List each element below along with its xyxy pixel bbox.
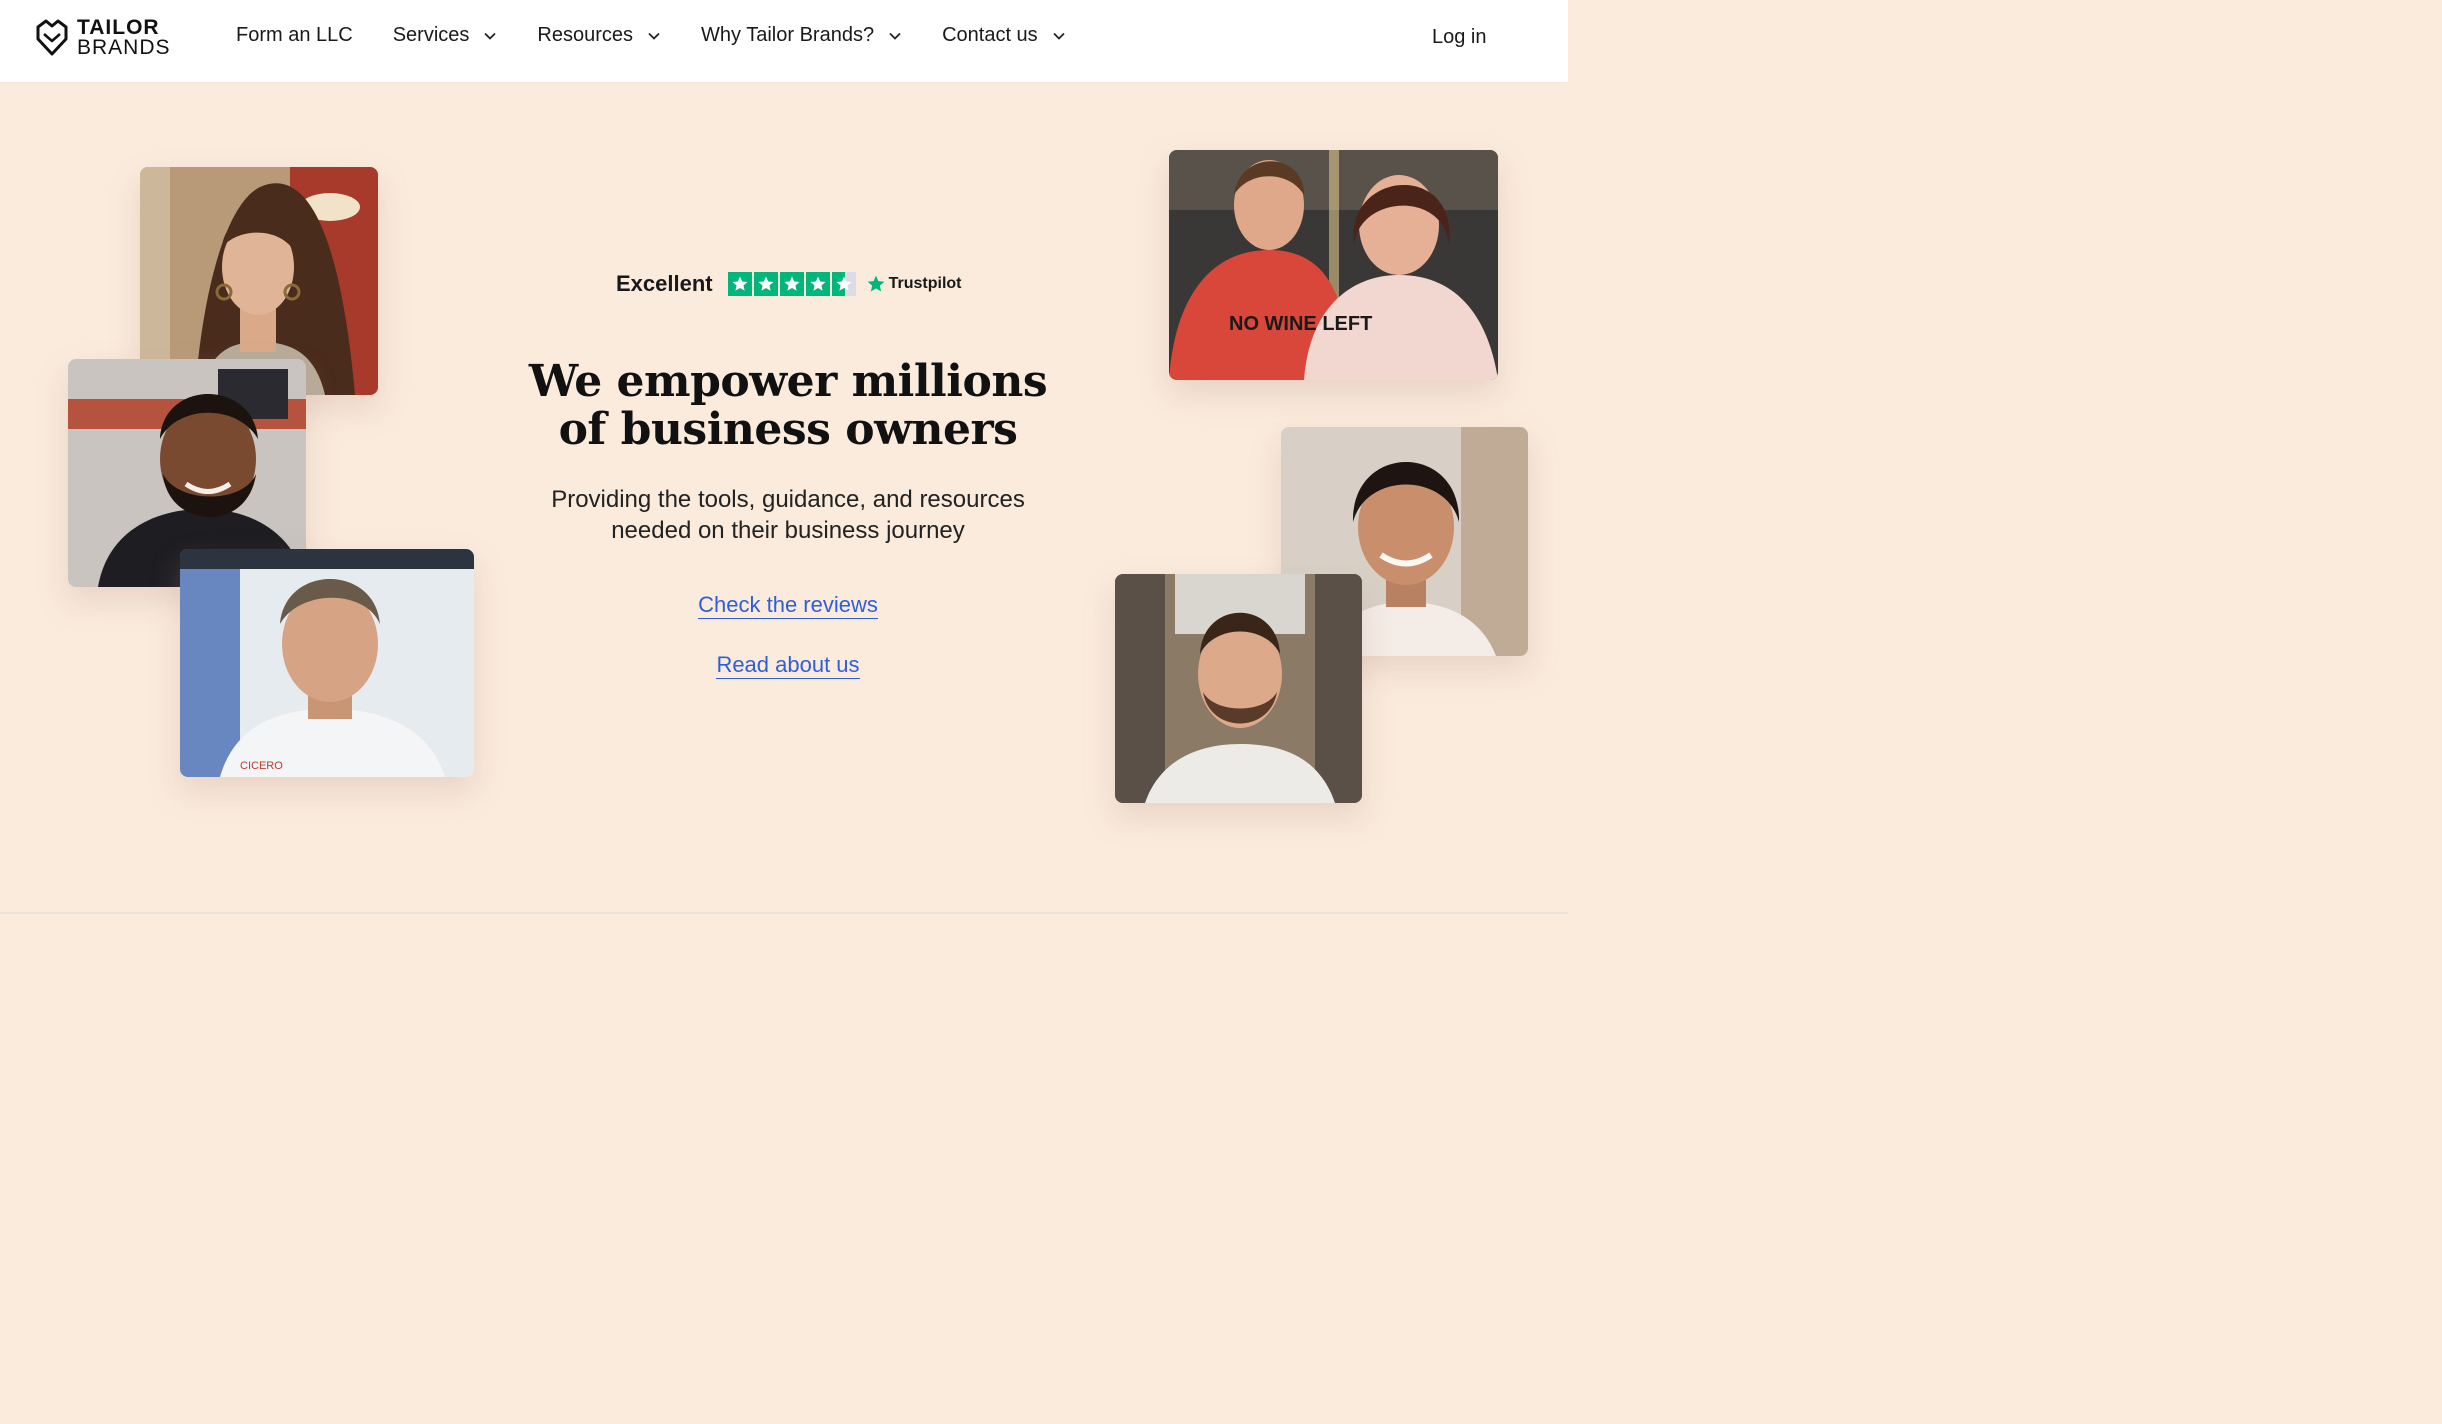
nav-label: Services bbox=[392, 24, 470, 46]
shirt-brand-text: CICERO bbox=[240, 760, 283, 772]
trustpilot-brand-text: Trustpilot bbox=[888, 275, 962, 292]
headline-line-1: We empower millions bbox=[528, 356, 1048, 407]
nav-label: Form an LLC bbox=[236, 24, 353, 46]
shirt-text: NO WINE LEFT bbox=[1229, 313, 1372, 335]
chevron-down-icon bbox=[484, 32, 497, 40]
logo-line-2: BRANDS bbox=[77, 36, 171, 59]
rating-label: Excellent bbox=[616, 271, 713, 296]
nav-item-contact-us[interactable]: Contact us bbox=[942, 24, 1066, 47]
nav-label: Resources bbox=[537, 24, 634, 46]
testimonial-photo-man-warehouse bbox=[1115, 574, 1362, 803]
trustpilot-rating[interactable]: Excellent Trustpilot bbox=[616, 271, 962, 297]
headline-line-2: of business owners bbox=[558, 404, 1018, 455]
testimonial-photo-man-white-shirt: CICERO bbox=[180, 549, 474, 777]
check-reviews-link[interactable]: Check the reviews bbox=[698, 592, 878, 619]
nav-label: Contact us bbox=[942, 24, 1038, 46]
star-icon bbox=[727, 272, 752, 296]
nav-item-why-tailor-brands[interactable]: Why Tailor Brands? bbox=[701, 24, 902, 47]
star-icon bbox=[779, 272, 804, 296]
chevron-down-icon bbox=[648, 32, 660, 40]
tailor-brands-logo[interactable]: TAILOR BRANDS bbox=[33, 17, 171, 59]
login-link[interactable]: Log in bbox=[1432, 26, 1487, 49]
logo-wordmark: TAILOR BRANDS bbox=[77, 16, 171, 59]
chevron-down-icon bbox=[889, 32, 901, 40]
star-icon bbox=[753, 272, 778, 296]
section-divider bbox=[0, 912, 1568, 914]
read-about-us-link[interactable]: Read about us bbox=[716, 652, 860, 679]
hero-subtitle: Providing the tools, guidance, and resou… bbox=[520, 484, 1056, 546]
trustpilot-stars bbox=[727, 272, 856, 296]
hero-headline: We empower millions of business owners bbox=[520, 358, 1056, 454]
nav-label: Why Tailor Brands? bbox=[701, 24, 875, 46]
nav-item-form-llc[interactable]: Form an LLC bbox=[236, 24, 353, 47]
logo-icon bbox=[36, 19, 68, 56]
check-reviews-link-wrap: Check the reviews bbox=[520, 592, 1056, 619]
trustpilot-logo: Trustpilot bbox=[866, 274, 962, 294]
star-icon bbox=[805, 272, 830, 296]
testimonial-photo-two-women: NO WINE LEFT bbox=[1169, 150, 1498, 380]
trustpilot-star-icon bbox=[867, 275, 884, 292]
top-navigation-bar: TAILOR BRANDS Form an LLC Services Resou… bbox=[0, 0, 1568, 83]
logo-line-1: TAILOR bbox=[77, 16, 160, 39]
read-about-link-wrap: Read about us bbox=[520, 652, 1056, 679]
subtitle-line-1: Providing the tools, guidance, and resou… bbox=[551, 486, 1025, 513]
main-nav: Form an LLC Services Resources Why Tailo… bbox=[236, 24, 1066, 47]
nav-item-services[interactable]: Services bbox=[393, 24, 498, 47]
subtitle-line-2: needed on their business journey bbox=[611, 517, 965, 544]
half-star-icon bbox=[831, 272, 856, 296]
nav-item-resources[interactable]: Resources bbox=[537, 24, 661, 47]
chevron-down-icon bbox=[1053, 32, 1065, 40]
